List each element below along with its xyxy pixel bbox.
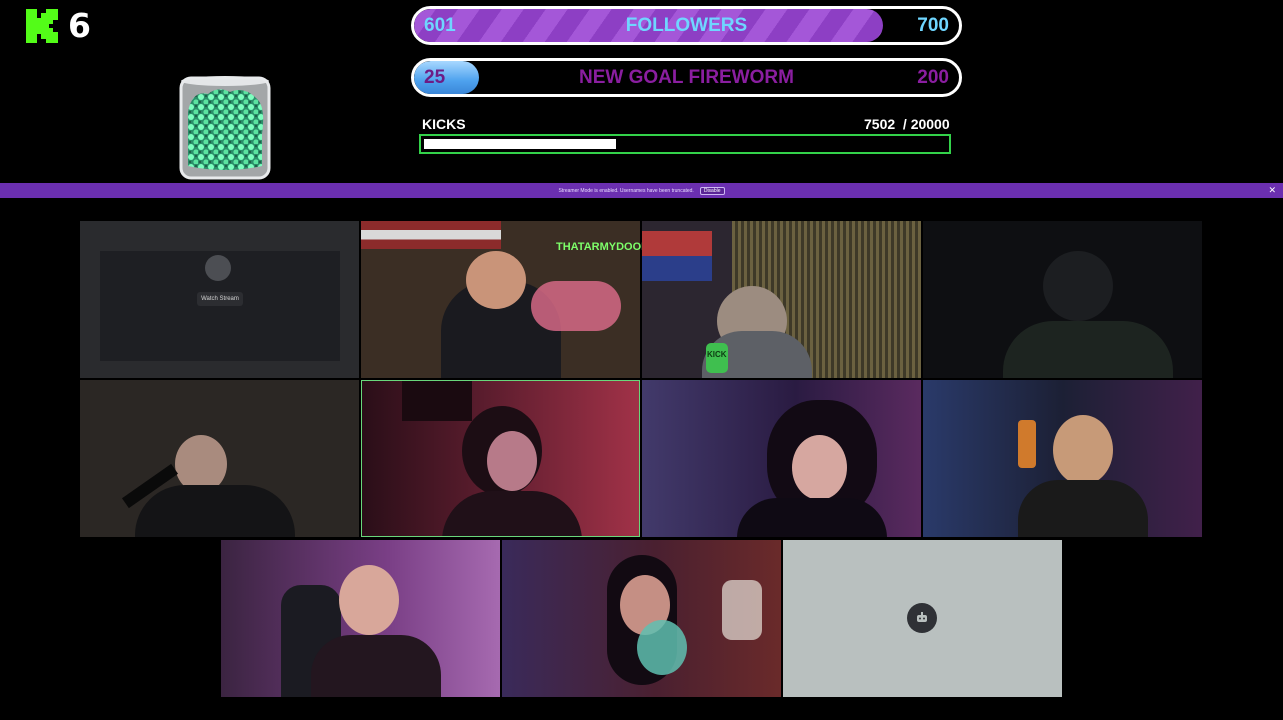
followers-goal: 700 xyxy=(917,14,949,36)
followers-goal-bar: 601 FOLLOWERS 700 xyxy=(411,6,962,45)
fireworm-label: NEW GOAL FIREWORM xyxy=(579,66,794,88)
kick-count: 6 xyxy=(68,6,91,45)
close-icon[interactable]: ✕ xyxy=(1268,183,1276,198)
video-tile-8[interactable] xyxy=(923,380,1202,537)
video-tile-3[interactable] xyxy=(642,221,921,378)
bot-glyph-icon xyxy=(917,612,927,622)
kicks-progress-fill xyxy=(424,139,616,149)
kicks-progress-bar xyxy=(419,134,951,154)
banner-text: Streamer Mode is enabled. Usernames have… xyxy=(558,187,694,194)
fireworm-goal: 200 xyxy=(917,66,949,88)
watch-stream-button[interactable]: Watch Stream xyxy=(197,292,243,306)
video-tile-10[interactable] xyxy=(502,540,781,697)
disable-button[interactable]: Disable xyxy=(699,186,725,195)
fireworm-goal-bar: 25 NEW GOAL FIREWORM 200 xyxy=(411,58,962,97)
mic-label: KICK xyxy=(707,350,727,359)
video-tile-4[interactable] xyxy=(923,221,1202,378)
kick-logo-icon xyxy=(26,9,58,43)
kicks-value: 7502 / 20000 xyxy=(864,116,950,132)
video-tile-7[interactable] xyxy=(642,380,921,537)
video-tile-5[interactable] xyxy=(80,380,359,537)
jar-icon xyxy=(179,76,271,180)
video-tile-9[interactable] xyxy=(221,540,500,697)
video-tile-6[interactable] xyxy=(361,380,640,537)
kicks-label: KICKS xyxy=(422,116,466,132)
bot-avatar-icon xyxy=(907,603,937,633)
followers-label: FOLLOWERS xyxy=(625,14,748,36)
streamer-mode-banner: Streamer Mode is enabled. Usernames have… xyxy=(0,183,1283,198)
watch-stream-icon xyxy=(205,255,231,281)
neon-sign: THATARMYDOOD xyxy=(556,241,650,253)
